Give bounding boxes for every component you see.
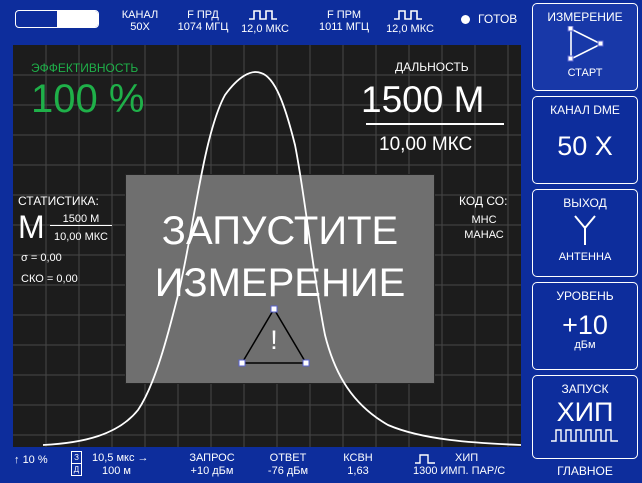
chaos-label: ХИП [455, 452, 479, 464]
delay-dist: 100 м [102, 465, 131, 477]
pulse-tx-icon [249, 10, 277, 20]
pulse-train-icon [551, 429, 618, 442]
delay-value: 10,5 мкс [92, 452, 135, 464]
threshold-indicator: ↑ 10 % [14, 454, 48, 467]
channel-dme-button[interactable]: КАНАЛ DME 50 X [532, 96, 638, 184]
measure-title: ИЗМЕРЕНИЕ [547, 10, 623, 24]
answer-label: ОТВЕТ [269, 452, 307, 464]
code-label: КОД СО: [459, 194, 508, 208]
main-menu-link[interactable]: ГЛАВНОЕ [532, 464, 638, 478]
delay-mode-bottom: Д [71, 464, 82, 476]
pulse-rx-indicator: 12,0 МКС [380, 9, 440, 35]
request-value: +10 дБм [190, 465, 234, 477]
launch-title: ЗАПУСК [561, 382, 609, 396]
play-icon [567, 25, 604, 62]
request-label: ЗАПРОС [189, 452, 235, 464]
vswr-value: 1,63 [347, 465, 369, 477]
distance-time: 10,00 МКС [379, 134, 473, 155]
f-rx-indicator: F ПРМ 1011 МГЦ [310, 9, 378, 33]
battery-fill [57, 11, 98, 27]
pulse-rx-value: 12,0 МКС [386, 23, 434, 35]
arrow-right-icon: → [137, 452, 149, 464]
vswr-indicator: КСВН 1,63 [336, 452, 380, 478]
overlay-line2: ИЗМЕРЕНИЕ [154, 261, 406, 305]
f-tx-value: 1074 МГЦ [177, 21, 229, 33]
efficiency-value: 100 % [31, 77, 145, 121]
ready-label: ГОТОВ [478, 12, 518, 26]
antenna-icon [574, 215, 596, 245]
level-value: +10 [562, 310, 608, 340]
output-title: ВЫХОД [563, 196, 607, 210]
delay-mode-icon: З Д [71, 451, 82, 477]
launch-chaos-button[interactable]: ЗАПУСК ХИП [532, 375, 638, 459]
efficiency-label: ЭФФЕКТИВНОСТЬ [31, 61, 139, 75]
level-title: УРОВЕНЬ [556, 289, 614, 303]
threshold-value: 10 % [22, 454, 48, 466]
distance-value: 1500 М [361, 79, 485, 120]
stats-bottom: 10,00 МКС [54, 231, 108, 243]
level-button[interactable]: УРОВЕНЬ +10 дБм [532, 282, 638, 370]
vswr-label: КСВН [343, 452, 373, 464]
battery-indicator [15, 10, 99, 28]
stats-top: 1500 М [50, 213, 112, 226]
ready-dot-icon [461, 15, 470, 24]
delay-indicator: 10,5 мкс → 100 м [92, 452, 149, 478]
sko-value: СКО = 0,00 [21, 273, 78, 285]
pulse-rx-icon [394, 10, 422, 20]
channel-dme-title: КАНАЛ DME [550, 103, 620, 117]
f-tx-indicator: F ПРД 1074 МГЦ [170, 9, 236, 33]
pulse-tx-indicator: 12,0 МКС [236, 9, 294, 35]
f-rx-value: 1011 МГЦ [319, 21, 369, 33]
level-unit: дБм [574, 339, 596, 351]
overlay-line1: ЗАПУСТИТЕ [161, 209, 399, 253]
chaos-value: 1300 ИМП. ПАР/С [413, 465, 506, 477]
launch-value: ХИП [556, 397, 614, 427]
measurement-screen: ЭФФЕКТИВНОСТЬ 100 % ДАЛЬНОСТЬ 1500 М 10,… [13, 45, 521, 447]
pulse-pair-icon [415, 454, 435, 464]
channel-value: 50X [130, 21, 150, 33]
start-prompt-overlay: ЗАПУСТИТЕ ИЗМЕРЕНИЕ ! [125, 174, 435, 384]
distance-underline [366, 123, 504, 125]
f-tx-label: F ПРД [187, 9, 219, 21]
f-rx-label: F ПРМ [326, 9, 362, 21]
request-indicator: ЗАПРОС +10 дБм [182, 452, 242, 478]
arrow-up-icon: ↑ [14, 454, 20, 466]
output-value: АНТЕННА [558, 251, 612, 263]
answer-indicator: ОТВЕТ -76 дБм [258, 452, 318, 478]
pulse-tx-value: 12,0 МКС [241, 23, 289, 35]
channel-dme-value: 50 X [557, 131, 613, 161]
sigma-value: σ = 0,00 [21, 252, 62, 264]
warning-mark: ! [270, 325, 278, 355]
measure-action: СТАРТ [567, 67, 603, 79]
answer-value: -76 дБм [267, 465, 309, 477]
code-line1: МНС [471, 214, 497, 226]
channel-indicator: КАНАЛ 50X [118, 9, 162, 33]
distance-label: ДАЛЬНОСТЬ [395, 60, 469, 74]
delay-mode-top: З [71, 451, 82, 464]
channel-label: КАНАЛ [121, 9, 159, 21]
output-button[interactable]: ВЫХОД АНТЕННА [532, 189, 638, 277]
stats-symbol: M [18, 209, 45, 245]
measure-start-button[interactable]: ИЗМЕРЕНИЕ СТАРТ [532, 3, 638, 91]
stats-label: СТАТИСТИКА: [18, 194, 99, 208]
code-line2: МАНАС [464, 229, 504, 241]
